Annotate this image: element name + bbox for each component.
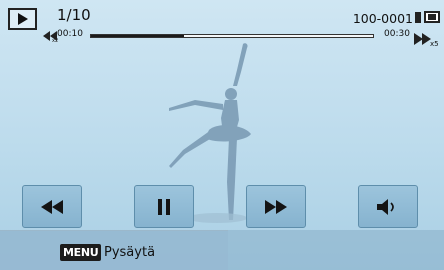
progress-bar[interactable] (90, 34, 374, 38)
playback-mode-icon (8, 8, 37, 30)
pause-icon (158, 198, 170, 215)
fast-forward-speed-label: x5 (430, 40, 439, 48)
memory-card-icon (415, 12, 421, 23)
file-counter: 1/10 (57, 6, 91, 24)
volume-icon (377, 198, 394, 215)
file-number: 100-0001 (352, 11, 413, 26)
elapsed-time: 00:10 (57, 29, 83, 39)
rewind-icon (41, 199, 63, 214)
playback-controls (0, 185, 444, 230)
progress-fill (91, 35, 185, 37)
volume-button[interactable] (358, 185, 418, 228)
playback-screen: 1/10 100-0001 x2 00:10 00:30 x5 MENU Pys… (0, 0, 444, 270)
pause-button[interactable] (134, 185, 194, 228)
menu-action-label: Pysäytä (104, 245, 156, 260)
rewind-button[interactable] (22, 185, 82, 228)
fast-forward-icon (265, 199, 287, 214)
fast-forward-button[interactable] (246, 185, 306, 228)
menu-key-badge[interactable]: MENU (60, 244, 102, 261)
total-time: 00:30 (384, 29, 410, 39)
battery-icon (424, 11, 440, 23)
